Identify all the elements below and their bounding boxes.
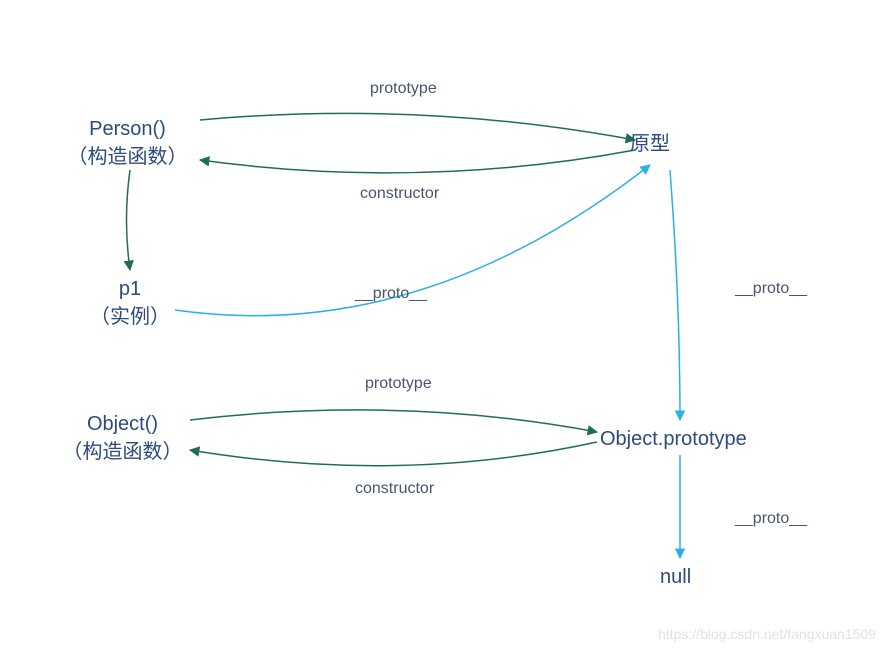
- edge-person-to-proto: [200, 113, 635, 140]
- edge-object-to-objproto: [190, 410, 597, 432]
- edge-person-to-p1: [127, 170, 131, 270]
- label-proto-to-objproto: __proto__: [735, 280, 807, 298]
- node-object-title: Object(): [50, 410, 195, 438]
- label-object-to-objproto: prototype: [365, 375, 432, 393]
- node-p1: p1 （实例）: [70, 275, 190, 331]
- node-person: Person() （构造函数）: [55, 115, 200, 171]
- label-proto-to-person: constructor: [360, 185, 439, 203]
- edge-proto-to-objproto: [670, 170, 680, 420]
- label-objproto-to-null: __proto__: [735, 510, 807, 528]
- node-objproto: Object.prototype: [600, 425, 747, 453]
- node-person-title: Person(): [55, 115, 200, 143]
- node-p1-title: p1: [70, 275, 190, 303]
- node-object: Object() （构造函数）: [50, 410, 195, 466]
- edge-objproto-to-object: [190, 442, 597, 466]
- node-null: null: [660, 563, 691, 591]
- node-person-subtitle: （构造函数）: [55, 143, 200, 171]
- edge-proto-to-person: [200, 150, 635, 173]
- label-p1-to-proto: __proto__: [355, 285, 427, 303]
- node-objproto-label: Object.prototype: [600, 428, 747, 450]
- watermark: https://blog.csdn.net/fangxuan1509: [658, 626, 876, 642]
- label-person-to-proto: prototype: [370, 80, 437, 98]
- node-proto: 原型: [630, 130, 670, 158]
- node-proto-label: 原型: [630, 133, 670, 155]
- node-object-subtitle: （构造函数）: [50, 438, 195, 466]
- node-null-label: null: [660, 566, 691, 588]
- node-p1-subtitle: （实例）: [70, 303, 190, 331]
- label-objproto-to-object: constructor: [355, 480, 434, 498]
